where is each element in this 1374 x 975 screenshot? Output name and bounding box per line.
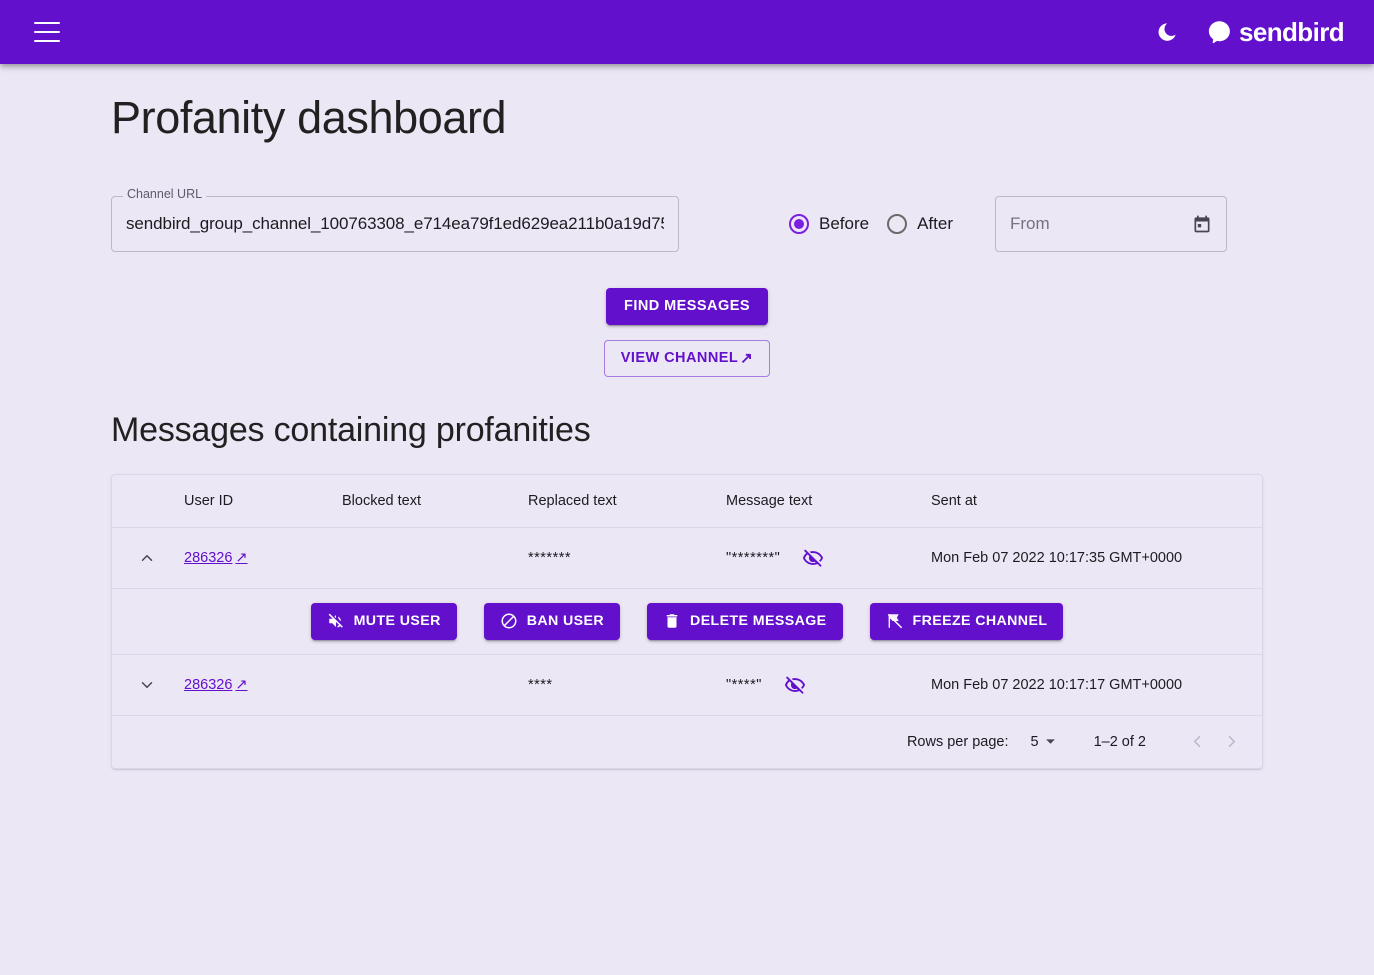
- radio-before-label: Before: [819, 213, 870, 233]
- table-header-sent-at: Sent at: [921, 474, 1262, 528]
- section-title: Messages containing profanities: [111, 410, 591, 449]
- primary-actions: FIND MESSAGES VIEW CHANNEL ↗: [0, 287, 1374, 377]
- table-header-user-id: User ID: [174, 474, 332, 528]
- chevron-up-icon[interactable]: [134, 545, 160, 571]
- delete-message-label: DELETE MESSAGE: [690, 613, 827, 630]
- row-user-id-cell: 286326 ↗: [174, 527, 332, 589]
- flag-off-icon: [886, 612, 904, 630]
- chevron-down-icon: [1045, 738, 1056, 745]
- external-link-icon: ↗: [740, 350, 754, 368]
- external-link-icon: ↗: [235, 549, 248, 566]
- app-bar-right-group: sendbird: [1154, 19, 1350, 45]
- row-blocked-text-cell: [332, 654, 518, 716]
- row-action-bar: MUTE USER BAN USER DELETE MESSAGE FREEZE…: [122, 602, 1252, 640]
- sendbird-logo-icon: [1206, 19, 1232, 45]
- sendbird-brand[interactable]: sendbird: [1206, 17, 1345, 47]
- replaced-text-value: *******: [528, 549, 571, 566]
- replaced-text-value: ****: [528, 676, 553, 693]
- find-messages-button[interactable]: FIND MESSAGES: [606, 287, 768, 325]
- row-message-text-cell: "****": [716, 654, 921, 716]
- mute-icon: [327, 612, 345, 630]
- row-sent-at-cell: Mon Feb 07 2022 10:17:17 GMT+0000: [921, 654, 1262, 716]
- table-body: 286326 ↗ ******* "*******" Mon Feb 07 20…: [112, 527, 1262, 716]
- view-channel-label: VIEW CHANNEL: [620, 350, 739, 367]
- table-header-toggle: [112, 474, 174, 528]
- row-replaced-text-cell: *******: [518, 527, 716, 589]
- mute-user-button[interactable]: MUTE USER: [310, 602, 457, 640]
- radio-after-circle: [887, 213, 908, 234]
- date-from-input[interactable]: From: [995, 195, 1227, 252]
- user-id-link[interactable]: 286326 ↗: [184, 677, 248, 693]
- eye-off-icon[interactable]: [802, 547, 824, 569]
- messages-table: User ID Blocked text Replaced text Messa…: [112, 474, 1262, 716]
- radio-before-circle: [789, 213, 809, 234]
- message-text-value: "*******": [726, 549, 781, 566]
- rows-per-page-value: 5: [1030, 733, 1039, 750]
- rows-per-page-label: Rows per page:: [906, 733, 1009, 750]
- mute-user-label: MUTE USER: [353, 613, 441, 630]
- freeze-channel-button[interactable]: FREEZE CHANNEL: [869, 602, 1064, 640]
- rows-per-page-select[interactable]: 5: [1031, 734, 1056, 750]
- external-link-icon: ↗: [235, 676, 248, 693]
- app-bar: sendbird: [0, 0, 1374, 64]
- radio-after-label: After: [917, 213, 953, 233]
- channel-url-label: Channel URL: [123, 188, 207, 201]
- page-title: Profanity dashboard: [111, 92, 507, 143]
- hamburger-menu-icon[interactable]: [34, 22, 60, 42]
- pagination-prev-button[interactable]: [1180, 725, 1214, 759]
- row-sent-at-cell: Mon Feb 07 2022 10:17:35 GMT+0000: [921, 527, 1262, 589]
- channel-url-input[interactable]: Channel URL sendbird_group_channel_10076…: [111, 188, 679, 252]
- row-user-id-cell: 286326 ↗: [174, 654, 332, 716]
- user-id-value: 286326: [184, 549, 233, 566]
- table-pagination: Rows per page: 5 1–2 of 2: [112, 716, 1262, 768]
- trash-icon: [663, 612, 681, 630]
- delete-message-button[interactable]: DELETE MESSAGE: [647, 602, 843, 640]
- page-body: Profanity dashboard Channel URL sendbird…: [0, 64, 1374, 809]
- message-text-value: "****": [726, 676, 762, 693]
- freeze-channel-label: FREEZE CHANNEL: [912, 613, 1048, 630]
- date-from-placeholder: From: [1010, 213, 1050, 233]
- table-row[interactable]: 286326 ↗ ******* "*******" Mon Feb 07 20…: [112, 527, 1262, 589]
- row-message-text-cell: "*******": [716, 527, 921, 589]
- table-header-message-text: Message text: [716, 474, 921, 528]
- table-header-row: User ID Blocked text Replaced text Messa…: [112, 474, 1262, 528]
- eye-off-icon[interactable]: [784, 674, 806, 696]
- row-actions-cell: MUTE USER BAN USER DELETE MESSAGE FREEZE…: [112, 588, 1262, 655]
- pagination-range-label: 1–2 of 2: [1093, 733, 1146, 750]
- block-icon: [500, 612, 518, 630]
- chevron-down-icon[interactable]: [134, 672, 160, 698]
- brand-name: sendbird: [1239, 17, 1345, 47]
- view-channel-button[interactable]: VIEW CHANNEL ↗: [603, 339, 771, 377]
- pagination-next-button[interactable]: [1214, 725, 1248, 759]
- row-toggle-cell[interactable]: [112, 527, 174, 589]
- table-header-blocked-text: Blocked text: [332, 474, 518, 528]
- row-toggle-cell[interactable]: [112, 654, 174, 716]
- direction-radio-group: Before After: [789, 196, 961, 252]
- messages-table-card: User ID Blocked text Replaced text Messa…: [111, 473, 1263, 769]
- table-row[interactable]: 286326 ↗ **** "****" Mon Feb 07 2022 10:…: [112, 654, 1262, 716]
- table-head: User ID Blocked text Replaced text Messa…: [112, 474, 1262, 528]
- moon-icon[interactable]: [1154, 19, 1180, 45]
- radio-after[interactable]: After: [887, 213, 961, 234]
- row-actions-row: MUTE USER BAN USER DELETE MESSAGE FREEZE…: [112, 588, 1262, 655]
- radio-before[interactable]: Before: [789, 213, 877, 234]
- row-replaced-text-cell: ****: [518, 654, 716, 716]
- table-header-replaced-text: Replaced text: [518, 474, 716, 528]
- row-blocked-text-cell: [332, 527, 518, 589]
- ban-user-label: BAN USER: [526, 613, 605, 630]
- calendar-icon[interactable]: [1192, 214, 1212, 234]
- user-id-link[interactable]: 286326 ↗: [184, 550, 248, 566]
- user-id-value: 286326: [184, 676, 233, 693]
- channel-url-value: sendbird_group_channel_100763308_e714ea7…: [126, 213, 664, 233]
- filter-row: Channel URL sendbird_group_channel_10076…: [0, 144, 1374, 252]
- ban-user-button[interactable]: BAN USER: [483, 602, 621, 640]
